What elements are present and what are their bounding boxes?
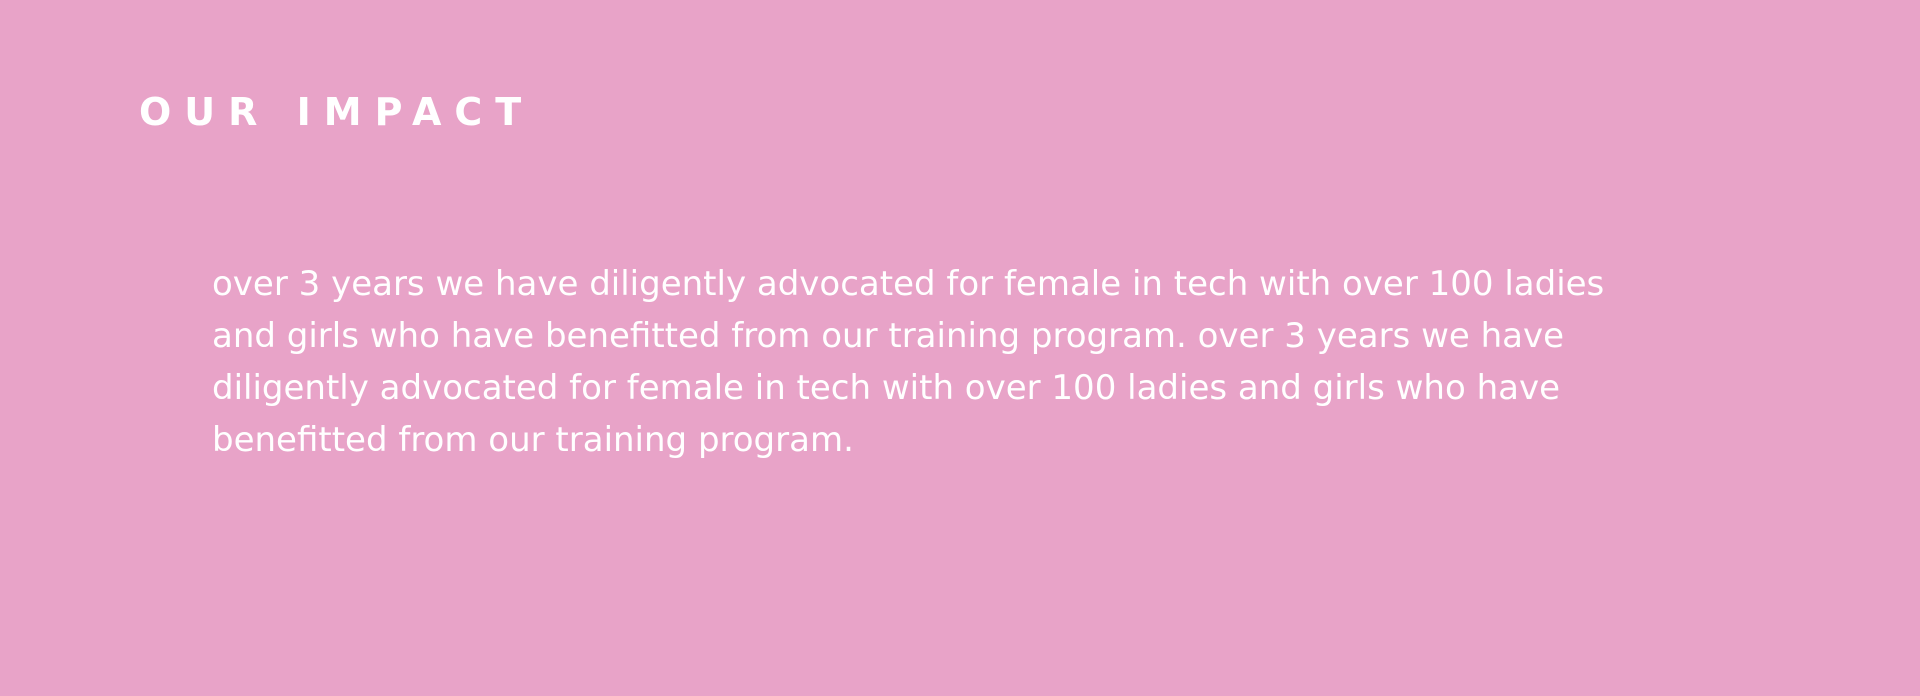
impact-description-line-1: over 3 years we have diligently advocate… [212,264,1605,304]
impact-description: over 3 years we have diligently advocate… [212,258,1812,466]
impact-section: OUR IMPACT over 3 years we have diligent… [0,0,1920,696]
impact-description-line-3: diligently advocated for female in tech … [212,368,1561,408]
impact-description-line-2: and girls who have benefitted from our t… [212,316,1565,356]
impact-description-line-4: benefitted from our training program. [212,420,854,460]
section-heading: OUR IMPACT [139,90,535,134]
